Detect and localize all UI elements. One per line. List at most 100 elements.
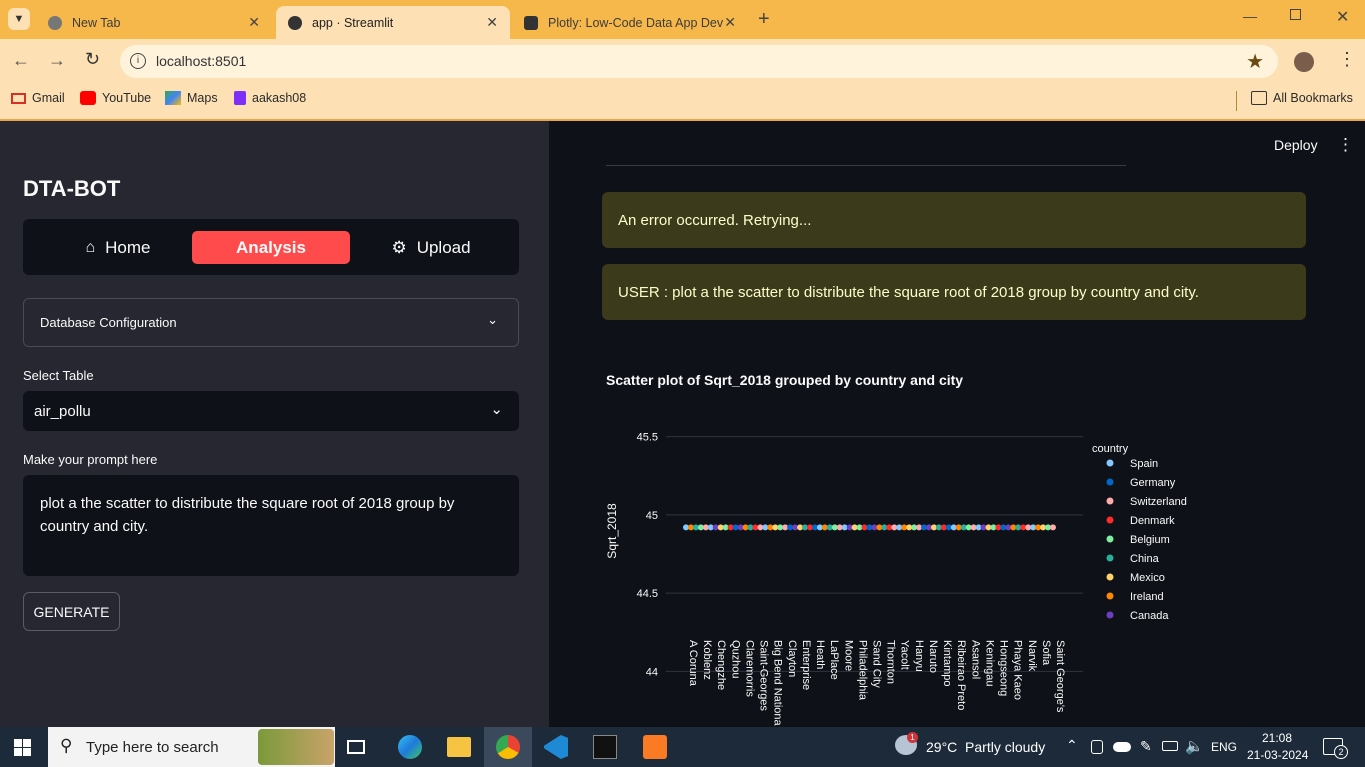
- tray-chevron-icon[interactable]: ⌃: [1066, 737, 1078, 754]
- x-tick-label: A Coruna: [687, 640, 699, 687]
- tab-new-tab[interactable]: New Tab ✕: [36, 6, 272, 39]
- back-icon[interactable]: ←: [12, 50, 30, 71]
- bookmark-maps[interactable]: Maps: [165, 91, 218, 105]
- bookmark-youtube[interactable]: YouTube: [80, 91, 151, 105]
- legend-marker[interactable]: [1106, 516, 1114, 524]
- legend-item-label[interactable]: Mexico: [1130, 572, 1165, 584]
- nav-item-analysis[interactable]: Analysis: [192, 231, 350, 264]
- legend-marker[interactable]: [1106, 459, 1114, 467]
- terminal-icon[interactable]: [593, 735, 617, 759]
- scatter-point[interactable]: [1050, 524, 1056, 531]
- plotly-icon: [524, 15, 538, 30]
- nav-item-upload[interactable]: ⚙ Upload: [381, 231, 481, 264]
- legend-title: country: [1092, 443, 1129, 455]
- y-tick-label: 44.5: [637, 588, 658, 600]
- volume-icon[interactable]: 🔈: [1185, 737, 1204, 755]
- legend-item-label[interactable]: Germany: [1130, 477, 1176, 489]
- table-select[interactable]: air_pollu ⌄: [23, 391, 519, 431]
- taskbar-search[interactable]: ⚲ Type here to search: [48, 727, 335, 767]
- chevron-down-icon: ⌄: [490, 401, 503, 418]
- legend-item-label[interactable]: China: [1130, 553, 1160, 565]
- tab-title: New Tab: [72, 15, 121, 30]
- bookmark-gmail[interactable]: Gmail: [11, 91, 65, 105]
- prompt-textarea[interactable]: plot a the scatter to distribute the squ…: [23, 475, 519, 576]
- clock-time[interactable]: 21:08: [1262, 731, 1292, 745]
- browser-menu-icon[interactable]: ⋮: [1338, 49, 1356, 70]
- bookmarks-bar: Gmail YouTube Maps aakash08 All Bookmark…: [0, 85, 1365, 121]
- reload-icon[interactable]: ↻: [85, 49, 100, 70]
- main-menu-icon[interactable]: ⋮: [1337, 135, 1354, 155]
- tab-plotly[interactable]: Plotly: Low-Code Data App Dev ✕: [512, 6, 748, 39]
- folder-icon: [1251, 91, 1267, 105]
- close-icon[interactable]: ✕: [486, 14, 498, 31]
- legend-item-label[interactable]: Switzerland: [1130, 496, 1187, 508]
- deploy-button[interactable]: Deploy: [1274, 137, 1318, 153]
- task-view-icon[interactable]: [347, 740, 365, 754]
- x-tick-label: LaPlace: [828, 640, 840, 680]
- forward-icon[interactable]: →: [48, 50, 66, 71]
- address-bar[interactable]: i localhost:8501 ★: [120, 45, 1278, 78]
- battery-icon[interactable]: [1162, 741, 1178, 751]
- nav-label: Analysis: [236, 237, 306, 257]
- tab-streamlit-app[interactable]: app · Streamlit ✕: [276, 6, 510, 39]
- nav-item-home[interactable]: ⌂ Home: [63, 231, 173, 264]
- x-tick-label: Thornton: [885, 640, 897, 684]
- restore-button[interactable]: [1290, 9, 1301, 20]
- x-tick-label: Philadelphia: [856, 640, 868, 701]
- clock-date[interactable]: 21-03-2024: [1247, 748, 1308, 762]
- chrome-icon[interactable]: [496, 735, 520, 759]
- vscode-icon[interactable]: [544, 735, 568, 759]
- language-indicator[interactable]: ENG: [1211, 740, 1237, 754]
- new-tab-button[interactable]: +: [758, 8, 770, 31]
- legend-item-label[interactable]: Spain: [1130, 458, 1158, 470]
- xampp-icon[interactable]: [643, 735, 667, 759]
- legend-item-label[interactable]: Canada: [1130, 610, 1169, 622]
- select-table-label: Select Table: [23, 368, 94, 383]
- legend-marker[interactable]: [1106, 611, 1114, 619]
- edge-icon[interactable]: [398, 735, 422, 759]
- legend-item-label[interactable]: Belgium: [1130, 534, 1170, 546]
- window-close-button[interactable]: ✕: [1336, 7, 1349, 27]
- weather-text[interactable]: 29°C Partly cloudy: [926, 739, 1045, 755]
- meet-icon[interactable]: [1091, 740, 1103, 754]
- close-icon[interactable]: ✕: [248, 14, 260, 31]
- bookmark-label: aakash08: [252, 91, 307, 105]
- x-tick-label: Sand City: [871, 640, 883, 688]
- search-placeholder: Type here to search: [86, 738, 219, 756]
- close-icon[interactable]: ✕: [724, 14, 736, 31]
- bookmark-star-icon[interactable]: ★: [1246, 49, 1264, 74]
- scatter-chart: Sqrt_2018 45.54544.544 A Coruna Koblenz Ch…: [605, 432, 1187, 727]
- bookmark-aakash08[interactable]: aakash08: [234, 91, 306, 105]
- x-tick-label: Moore: [842, 640, 854, 671]
- y-tick-label: 45.5: [637, 432, 658, 444]
- x-tick-label: Hongseong: [998, 640, 1010, 696]
- wifi-icon[interactable]: ✎: [1140, 738, 1152, 755]
- tab-search-button[interactable]: ▼: [8, 8, 30, 30]
- file-explorer-icon[interactable]: [447, 737, 471, 757]
- legend-marker[interactable]: [1106, 497, 1114, 505]
- x-tick-label: Phaya Kaeo: [1012, 640, 1024, 700]
- x-tick-label: Koblenz: [701, 640, 713, 680]
- database-config-expander[interactable]: Database Configuration ⌄: [23, 298, 519, 347]
- x-tick-label: Quzhou: [729, 640, 741, 679]
- youtube-icon: [80, 91, 96, 105]
- browser-tab-bar: ▼ New Tab ✕ app · Streamlit ✕ Plotly: Lo…: [0, 0, 1365, 39]
- profile-avatar[interactable]: [1294, 52, 1314, 72]
- legend-marker[interactable]: [1106, 592, 1114, 600]
- legend-marker[interactable]: [1106, 573, 1114, 581]
- legend-item-label[interactable]: Denmark: [1130, 515, 1175, 527]
- site-info-icon[interactable]: i: [130, 53, 146, 69]
- minimize-button[interactable]: —: [1243, 8, 1257, 24]
- legend-marker[interactable]: [1106, 535, 1114, 543]
- x-tick-label: Kintampo: [941, 640, 953, 686]
- onedrive-icon[interactable]: [1113, 742, 1131, 752]
- generate-button[interactable]: GENERATE: [23, 592, 120, 631]
- legend-marker[interactable]: [1106, 478, 1114, 486]
- sidebar: DTA-BOT ⌂ Home Analysis ⚙ Upload Databas…: [0, 121, 549, 727]
- legend-item-label[interactable]: Ireland: [1130, 591, 1164, 603]
- all-bookmarks[interactable]: All Bookmarks: [1251, 91, 1353, 105]
- legend-marker[interactable]: [1106, 554, 1114, 562]
- windows-start-icon[interactable]: [14, 739, 31, 756]
- nav-label: Upload: [416, 237, 471, 257]
- error-alert: An error occurred. Retrying...: [602, 192, 1306, 248]
